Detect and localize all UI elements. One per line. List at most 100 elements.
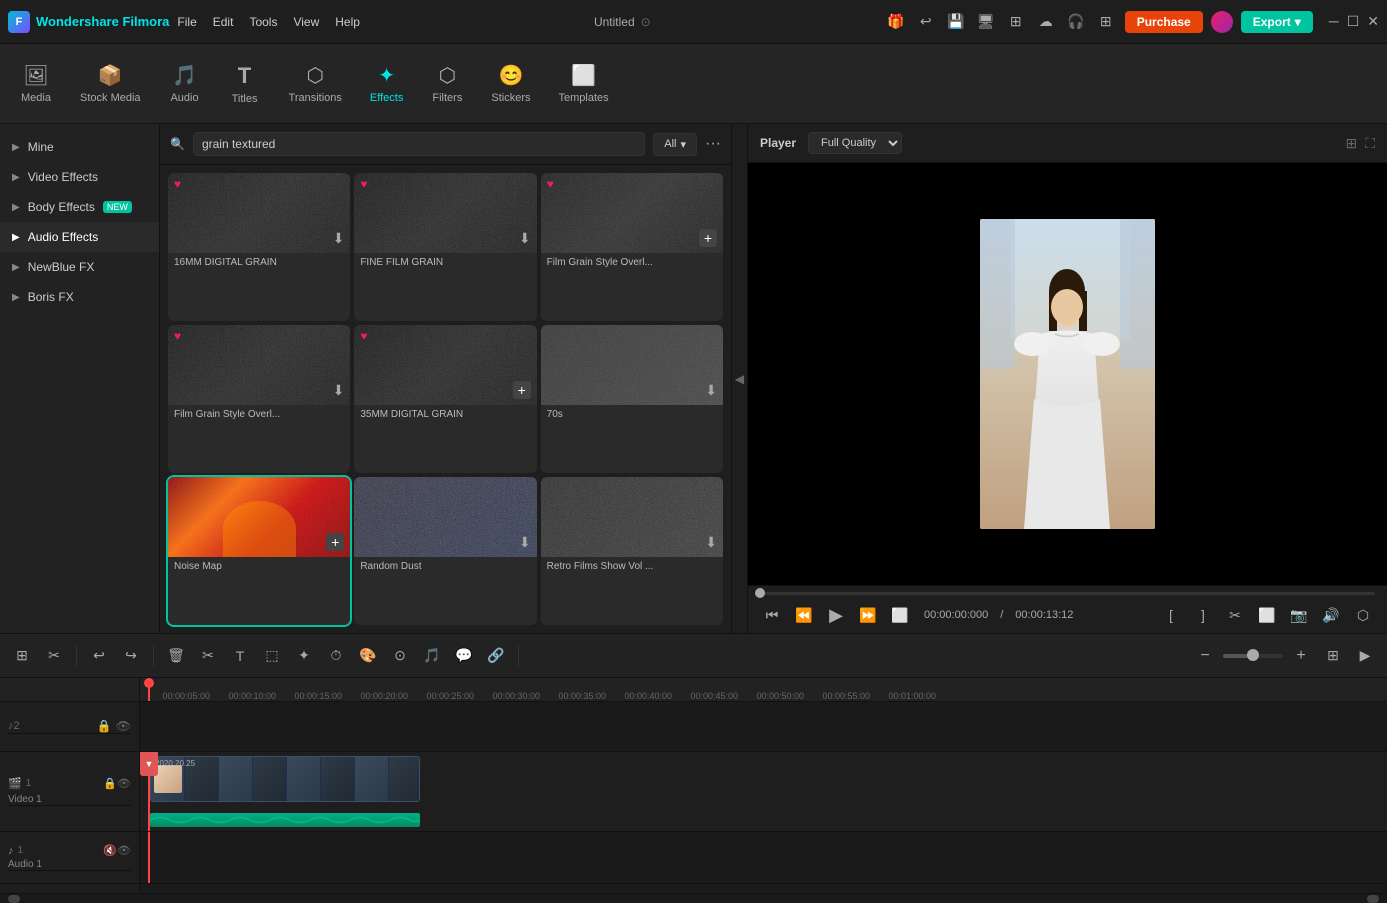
sidebar-item-audio-effects[interactable]: ▶ Audio Effects — [0, 222, 159, 252]
text-button[interactable]: T — [226, 642, 254, 670]
backup-icon[interactable]: 💾 — [945, 11, 967, 33]
effects-timeline-button[interactable]: ✦ — [290, 642, 318, 670]
eye-icon-a1[interactable]: 👁 — [117, 844, 131, 857]
effect-card-film-grain-style-2[interactable]: ♥ ⬇ Film Grain Style Overl... — [168, 325, 350, 473]
quality-select[interactable]: Full Quality 1/2 1/4 — [808, 132, 902, 154]
toolbar-audio[interactable]: 🎵 Audio — [157, 55, 213, 112]
go-start-button[interactable]: ⏮ — [760, 603, 784, 627]
maximize-button[interactable]: ☐ — [1347, 13, 1360, 30]
toolbar-effects[interactable]: ✦ Effects — [358, 55, 415, 112]
mute-icon-a1[interactable]: 🔇 — [103, 844, 117, 857]
headphone-icon[interactable]: 🎧 — [1065, 11, 1087, 33]
lock-icon-v1[interactable]: 🔒 — [103, 777, 117, 790]
add-icon[interactable]: + — [699, 229, 717, 247]
sidebar-item-boris-fx[interactable]: ▶ Boris FX — [0, 282, 159, 312]
delete-button[interactable]: 🗑 — [162, 642, 190, 670]
download-icon[interactable]: ⬇ — [705, 534, 717, 551]
purchase-button[interactable]: Purchase — [1125, 11, 1203, 33]
arrow-icon[interactable]: ↩ — [915, 11, 937, 33]
mark-out-icon[interactable]: ] — [1191, 603, 1215, 627]
fullscreen-icon[interactable]: ⛶ — [1365, 135, 1375, 152]
apps-icon[interactable]: ⊞ — [1095, 11, 1117, 33]
color-button[interactable]: 🎨 — [354, 642, 382, 670]
effect-card-70s[interactable]: ⬇ 70s — [541, 325, 723, 473]
more-button[interactable]: ▶ — [1351, 642, 1379, 670]
menu-tools[interactable]: Tools — [249, 15, 277, 29]
download-icon[interactable]: ⬇ — [519, 534, 531, 551]
monitor-icon[interactable]: 🖥 — [975, 11, 997, 33]
effect-card-film-grain-style-1[interactable]: ♥ + Film Grain Style Overl... — [541, 173, 723, 321]
zoom-handle[interactable] — [1247, 649, 1259, 661]
toolbar-stickers[interactable]: 😊 Stickers — [479, 55, 542, 112]
zoom-slider[interactable] — [1223, 654, 1283, 658]
close-button[interactable]: ✕ — [1367, 13, 1379, 30]
search-input[interactable] — [193, 132, 645, 156]
pip-icon[interactable]: ⬡ — [1351, 603, 1375, 627]
fullscreen-button[interactable]: ⬜ — [888, 603, 912, 627]
download-icon[interactable]: ⬇ — [705, 382, 717, 399]
redo-button[interactable]: ↪ — [117, 642, 145, 670]
audio-timeline-button[interactable]: 🎵 — [418, 642, 446, 670]
play-button[interactable]: ▶ — [824, 603, 848, 627]
download-icon[interactable]: ⬇ — [519, 230, 531, 247]
timeline-settings-button[interactable]: ✂ — [40, 642, 68, 670]
eye-icon-v1[interactable]: 👁 — [117, 777, 131, 790]
effect-card-fine-film-grain[interactable]: ♥ ⬇ FINE FILM GRAIN — [354, 173, 536, 321]
effect-card-random-dust[interactable]: ⬇ Random Dust — [354, 477, 536, 625]
sidebar-item-video-effects[interactable]: ▶ Video Effects — [0, 162, 159, 192]
grid-view-button[interactable]: ⊞ — [1319, 642, 1347, 670]
undo-button[interactable]: ↩ — [85, 642, 113, 670]
split-view-icon[interactable]: ⊞ — [1345, 135, 1357, 152]
download-icon[interactable]: ⬇ — [333, 230, 345, 247]
timeline-scrollbar[interactable] — [0, 893, 1387, 903]
zoom-in-button[interactable]: + — [1287, 642, 1315, 670]
link-button[interactable]: 🔗 — [482, 642, 510, 670]
grid-icon[interactable]: ⊞ — [1005, 11, 1027, 33]
menu-edit[interactable]: Edit — [213, 15, 234, 29]
step-back-button[interactable]: ⏪ — [792, 603, 816, 627]
minimize-button[interactable]: ─ — [1329, 13, 1339, 30]
download-icon[interactable]: ⬇ — [333, 382, 345, 399]
more-options-icon[interactable]: ··· — [705, 135, 721, 153]
menu-view[interactable]: View — [293, 15, 319, 29]
toolbar-stock-media[interactable]: 📦 Stock Media — [68, 55, 153, 112]
add-icon[interactable]: + — [326, 533, 344, 551]
playhead-marker[interactable]: ▼ — [140, 752, 158, 776]
effect-card-noise-map[interactable]: + Noise Map — [168, 477, 350, 625]
toolbar-filters[interactable]: ⬡ Filters — [419, 55, 475, 112]
toolbar-media[interactable]: 🖼 Media — [8, 55, 64, 112]
zoom-out-button[interactable]: − — [1191, 642, 1219, 670]
cloud-icon[interactable]: ☁ — [1035, 11, 1057, 33]
effect-card-35mm-digital-grain[interactable]: ♥ + 35MM DIGITAL GRAIN — [354, 325, 536, 473]
speed-button[interactable]: ⏱ — [322, 642, 350, 670]
menu-help[interactable]: Help — [335, 15, 360, 29]
sidebar-item-mine[interactable]: ▶ Mine — [0, 132, 159, 162]
volume-icon[interactable]: 🔊 — [1319, 603, 1343, 627]
export-button[interactable]: Export ▾ — [1241, 11, 1313, 33]
menu-file[interactable]: File — [177, 15, 196, 29]
crop-icon[interactable]: ✂ — [1223, 603, 1247, 627]
progress-handle[interactable] — [755, 588, 765, 598]
snapshot-icon[interactable]: 📷 — [1287, 603, 1311, 627]
toolbar-titles[interactable]: T Titles — [217, 55, 273, 113]
step-forward-button[interactable]: ⏩ — [856, 603, 880, 627]
collapse-panel-button[interactable]: ◀ — [731, 124, 747, 633]
video-clip[interactable]: 2020.20.25 — [150, 756, 420, 802]
lock-icon[interactable]: 🔒 — [97, 719, 112, 733]
crop-timeline-button[interactable]: ⬚ — [258, 642, 286, 670]
progress-bar[interactable] — [760, 592, 1375, 595]
user-avatar[interactable] — [1211, 11, 1233, 33]
sidebar-item-body-effects[interactable]: ▶ Body Effects NEW — [0, 192, 159, 222]
toolbar-transitions[interactable]: ⬡ Transitions — [277, 55, 354, 112]
subtitle-button[interactable]: 💬 — [450, 642, 478, 670]
add-icon[interactable]: + — [513, 381, 531, 399]
filter-dropdown[interactable]: All ▾ — [653, 133, 697, 156]
toolbar-templates[interactable]: ⬜ Templates — [546, 55, 620, 112]
cut-button[interactable]: ✂ — [194, 642, 222, 670]
screen-icon[interactable]: ⬜ — [1255, 603, 1279, 627]
effect-card-16mm-digital-grain[interactable]: ♥ ⬇ 16MM DIGITAL GRAIN — [168, 173, 350, 321]
effect-card-retro-films-show[interactable]: ⬇ Retro Films Show Vol ... — [541, 477, 723, 625]
eye-icon[interactable]: 👁 — [116, 719, 131, 733]
add-track-button[interactable]: ⊞ — [8, 642, 36, 670]
gift-icon[interactable]: 🎁 — [885, 11, 907, 33]
